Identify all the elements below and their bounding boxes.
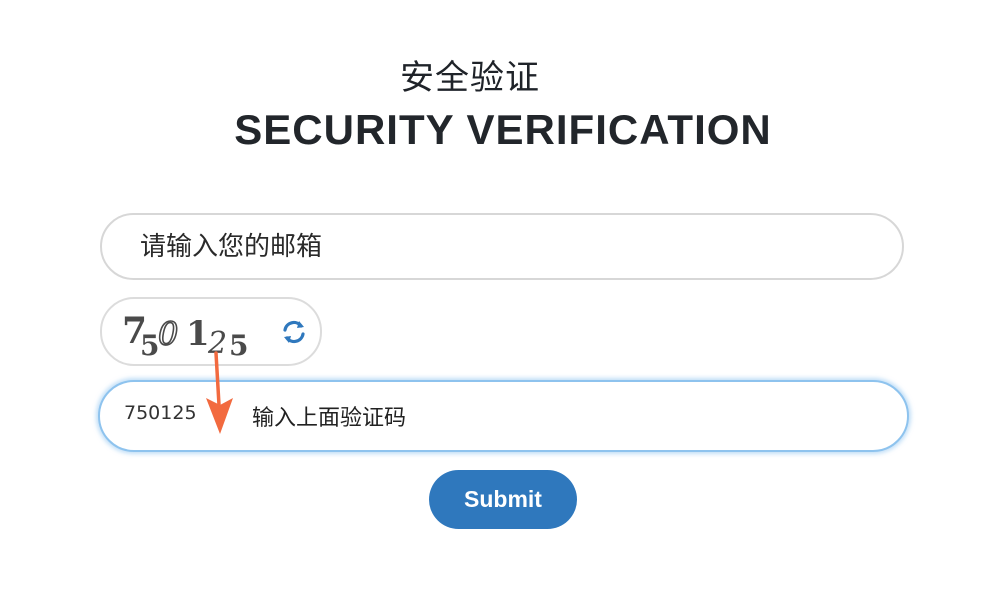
captcha-box: 7 5 0 1 2 5 xyxy=(100,297,322,366)
captcha-char: 0 xyxy=(158,315,178,353)
captcha-char: 5 xyxy=(229,329,248,359)
email-field[interactable] xyxy=(100,213,904,280)
captcha-char: 2 xyxy=(207,326,227,359)
captcha-code-label: 输入上面验证码 xyxy=(252,406,407,431)
email-input[interactable] xyxy=(138,230,842,263)
captcha-image: 7 5 0 1 2 5 xyxy=(122,310,248,359)
page-title-chinese: 安全验证 xyxy=(400,58,540,98)
refresh-icon[interactable] xyxy=(280,318,308,346)
page-title-english: SECURITY VERIFICATION xyxy=(234,106,772,153)
captcha-code-field[interactable]: 输入上面验证码 xyxy=(98,380,909,452)
captcha-char: 1 xyxy=(186,314,210,354)
captcha-char: 5 xyxy=(140,329,159,359)
submit-button[interactable]: Submit xyxy=(429,470,577,529)
security-verification-page: 安全验证 SECURITY VERIFICATION 7 5 0 1 2 5 xyxy=(0,0,999,603)
